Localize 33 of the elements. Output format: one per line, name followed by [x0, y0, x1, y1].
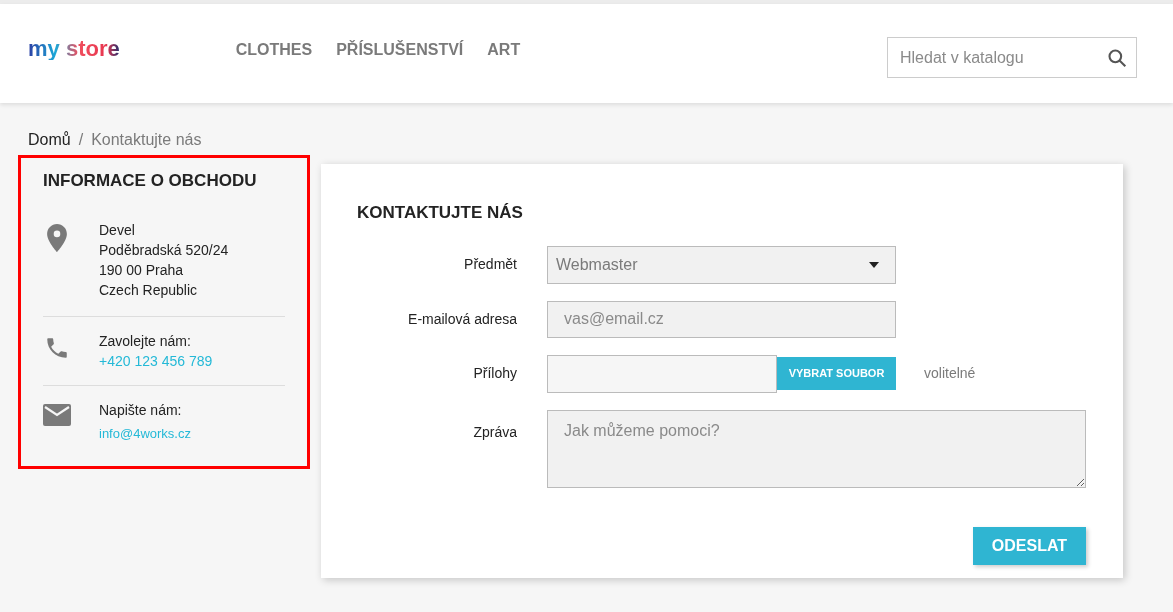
breadcrumb-link[interactable]: Domů — [28, 128, 71, 152]
search-field[interactable]: Hledat v katalogu — [887, 37, 1137, 78]
subject-select[interactable]: Webmaster — [547, 245, 896, 284]
location-pin-icon — [47, 223, 67, 252]
field-label: Zpráva — [472, 422, 517, 442]
choose-file-button[interactable]: VYBRAT SOUBOR — [777, 357, 896, 390]
caret-icon — [869, 261, 879, 268]
contact-link[interactable]: +420 123 456 789 — [99, 350, 213, 371]
search-icon[interactable] — [1107, 48, 1127, 68]
breadcrumb-link[interactable]: Kontaktujte nás — [91, 128, 202, 152]
field-label: Přílohy — [472, 364, 517, 383]
envelope-icon — [43, 403, 71, 426]
message-textarea[interactable]: Jak můžeme pomoci? — [547, 409, 1086, 488]
email-input[interactable]: vas@email.cz — [547, 300, 896, 338]
contact-label: Zavolejte nám: — [99, 331, 192, 351]
breadcrumb-separator: / — [78, 130, 84, 150]
nav-link[interactable]: ART — [487, 38, 521, 62]
address-line: Poděbradská 520/24 — [99, 240, 229, 260]
store-logo[interactable]: my store — [28, 38, 120, 60]
store-info-title: INFORMACE O OBCHODU — [43, 170, 258, 192]
nav-link[interactable]: PŘÍSLUŠENSTVÍ — [336, 38, 464, 62]
submit-button[interactable]: ODESLAT — [973, 526, 1086, 565]
address-line: Devel — [99, 220, 136, 240]
field-label: E-mailová adresa — [407, 309, 517, 329]
optional-note: volitelné — [924, 364, 976, 383]
field-label: Předmět — [463, 255, 517, 274]
address-line: 190 00 Praha — [99, 260, 185, 280]
contact-link[interactable]: info@4works.cz — [99, 423, 191, 444]
contact-label: Napište nám: — [99, 400, 183, 420]
file-input[interactable] — [547, 354, 777, 393]
contact-title: KONTAKTUJTE NÁS — [357, 202, 524, 224]
nav-link[interactable]: CLOTHES — [235, 38, 313, 62]
address-line: Czech Republic — [99, 280, 199, 300]
